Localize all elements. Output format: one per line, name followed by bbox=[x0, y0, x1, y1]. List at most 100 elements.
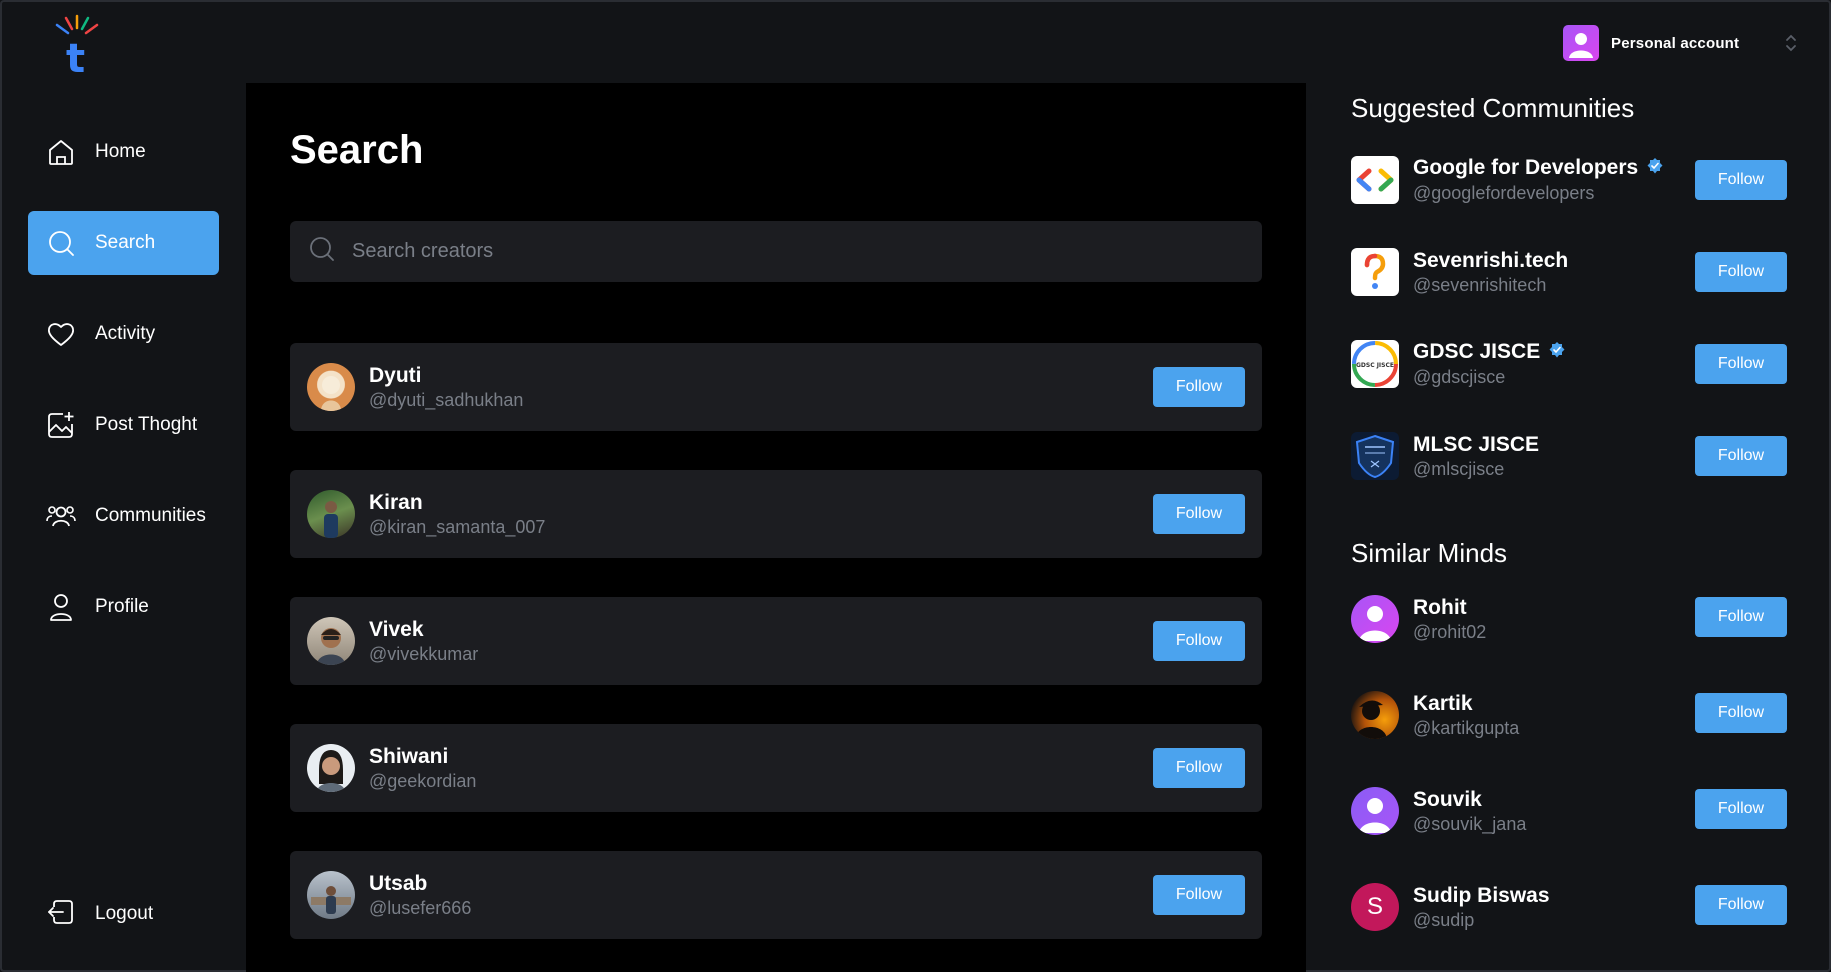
list-item[interactable]: Kiran @kiran_samanta_007 Follow bbox=[290, 470, 1262, 558]
mind-handle: @souvik_jana bbox=[1413, 813, 1527, 834]
follow-button[interactable]: Follow bbox=[1695, 344, 1787, 384]
sidebar-item-label: Home bbox=[95, 141, 146, 162]
mind-name: Souvik bbox=[1413, 787, 1482, 811]
search-bar[interactable] bbox=[290, 221, 1262, 282]
creator-name: Kiran bbox=[369, 490, 423, 514]
sidebar-nav: Home Search Activity Post Thoght Communi… bbox=[28, 120, 219, 666]
avatar bbox=[307, 617, 355, 665]
verified-badge-icon bbox=[1646, 156, 1664, 181]
community-handle: @mlscjisce bbox=[1413, 458, 1505, 479]
sidebar-item-communities[interactable]: Communities bbox=[28, 484, 219, 548]
community-item[interactable]: Sevenrishi.tech @sevenrishitech Follow bbox=[1351, 226, 1787, 318]
sidebar-item-activity[interactable]: Activity bbox=[28, 302, 219, 366]
avatar bbox=[307, 490, 355, 538]
community-name: MLSC JISCE bbox=[1413, 432, 1540, 456]
follow-button[interactable]: Follow bbox=[1153, 748, 1245, 788]
google-developers-logo bbox=[1351, 156, 1399, 204]
account-switcher[interactable]: Personal account bbox=[1563, 24, 1799, 62]
chevron-updown-icon[interactable] bbox=[1783, 32, 1799, 59]
sidebar-item-home[interactable]: Home bbox=[28, 120, 219, 184]
list-item[interactable]: Shiwani @geekordian Follow bbox=[290, 724, 1262, 812]
search-icon bbox=[46, 228, 76, 258]
creator-handle: @kiran_samanta_007 bbox=[369, 516, 546, 537]
community-item[interactable]: MLSC JISCE @mlscjisce Follow bbox=[1351, 410, 1787, 502]
mind-name: Kartik bbox=[1413, 691, 1473, 715]
mind-name: Sudip Biswas bbox=[1413, 883, 1550, 907]
creator-handle: @lusefer666 bbox=[369, 897, 472, 918]
avatar bbox=[307, 744, 355, 792]
sidebar-item-label: Communities bbox=[95, 505, 206, 526]
avatar bbox=[307, 363, 355, 411]
follow-button[interactable]: Follow bbox=[1695, 789, 1787, 829]
mind-item[interactable]: Rohit @rohit02 Follow bbox=[1351, 571, 1787, 667]
user-icon bbox=[46, 592, 76, 622]
svg-text:t: t bbox=[66, 36, 85, 76]
page-title: Search bbox=[290, 128, 424, 172]
creator-handle: @geekordian bbox=[369, 770, 477, 791]
list-item[interactable]: Dyuti @dyuti_sadhukhan Follow bbox=[290, 343, 1262, 431]
gdsc-logo-text: GDSC JISCE bbox=[1356, 362, 1394, 369]
community-item[interactable]: Google for Developers @googlefordevelope… bbox=[1351, 134, 1787, 226]
creator-name: Shiwani bbox=[369, 744, 449, 768]
avatar bbox=[1351, 595, 1399, 643]
follow-button[interactable]: Follow bbox=[1153, 494, 1245, 534]
mind-handle: @kartikgupta bbox=[1413, 717, 1520, 738]
list-item[interactable]: Utsab @lusefer666 Follow bbox=[290, 851, 1262, 939]
sidebar-item-label: Search bbox=[95, 232, 156, 253]
avatar: S bbox=[1351, 883, 1399, 931]
similar-minds-title: Similar Minds bbox=[1351, 538, 1508, 568]
follow-button[interactable]: Follow bbox=[1695, 597, 1787, 637]
creator-name: Utsab bbox=[369, 871, 428, 895]
follow-button[interactable]: Follow bbox=[1695, 693, 1787, 733]
search-icon bbox=[308, 235, 336, 268]
sevenrishi-logo bbox=[1351, 248, 1399, 296]
creator-name: Vivek bbox=[369, 617, 424, 641]
home-icon bbox=[46, 137, 76, 167]
follow-button[interactable]: Follow bbox=[1153, 367, 1245, 407]
sidebar-item-search[interactable]: Search bbox=[28, 211, 219, 275]
creator-handle: @dyuti_sadhukhan bbox=[369, 389, 524, 410]
mind-item[interactable]: S Sudip Biswas @sudip Follow bbox=[1351, 859, 1787, 955]
app-logo[interactable]: t bbox=[52, 14, 102, 82]
account-avatar bbox=[1563, 25, 1599, 61]
avatar bbox=[1351, 691, 1399, 739]
creator-name: Dyuti bbox=[369, 363, 422, 387]
main-content: Search Dyuti @dyuti_sadhukhan Follow Kir… bbox=[246, 83, 1306, 972]
list-item[interactable]: Vivek @vivekkumar Follow bbox=[290, 597, 1262, 685]
community-handle: @googlefordevelopers bbox=[1413, 182, 1595, 203]
logout-button[interactable]: Logout bbox=[28, 882, 219, 946]
community-name: Google for Developers bbox=[1413, 156, 1639, 180]
mind-item[interactable]: Kartik @kartikgupta Follow bbox=[1351, 667, 1787, 763]
search-input[interactable] bbox=[352, 240, 1232, 263]
users-icon bbox=[46, 501, 76, 531]
avatar bbox=[307, 871, 355, 919]
image-plus-icon bbox=[46, 410, 76, 440]
sidebar-item-label: Post Thoght bbox=[95, 414, 198, 435]
logout-label: Logout bbox=[95, 903, 154, 924]
right-panel: Suggested Communities Google for Develop… bbox=[1351, 83, 1787, 955]
mlsc-jisce-logo bbox=[1351, 432, 1399, 480]
community-name: Sevenrishi.tech bbox=[1413, 248, 1569, 272]
avatar-initial: S bbox=[1366, 893, 1383, 920]
account-label: Personal account bbox=[1611, 34, 1740, 52]
follow-button[interactable]: Follow bbox=[1153, 875, 1245, 915]
suggested-communities-title: Suggested Communities bbox=[1351, 93, 1635, 123]
logout-icon bbox=[46, 897, 76, 932]
mind-handle: @rohit02 bbox=[1413, 621, 1487, 642]
mind-item[interactable]: Souvik @souvik_jana Follow bbox=[1351, 763, 1787, 859]
follow-button[interactable]: Follow bbox=[1153, 621, 1245, 661]
community-item[interactable]: GDSC JISCE GDSC JISCE @gdscjisce Follow bbox=[1351, 318, 1787, 410]
follow-button[interactable]: Follow bbox=[1695, 436, 1787, 476]
follow-button[interactable]: Follow bbox=[1695, 252, 1787, 292]
sidebar-item-profile[interactable]: Profile bbox=[28, 575, 219, 639]
sidebar-item-label: Profile bbox=[95, 596, 149, 617]
mind-handle: @sudip bbox=[1413, 909, 1475, 930]
heart-icon bbox=[46, 319, 76, 349]
gdsc-jisce-logo: GDSC JISCE bbox=[1351, 340, 1399, 388]
creator-list: Dyuti @dyuti_sadhukhan Follow Kiran @kir… bbox=[290, 343, 1262, 972]
sidebar-item-post-thought[interactable]: Post Thoght bbox=[28, 393, 219, 457]
community-handle: @sevenrishitech bbox=[1413, 274, 1547, 295]
follow-button[interactable]: Follow bbox=[1695, 160, 1787, 200]
follow-button[interactable]: Follow bbox=[1695, 885, 1787, 925]
user-icon bbox=[1569, 33, 1593, 58]
